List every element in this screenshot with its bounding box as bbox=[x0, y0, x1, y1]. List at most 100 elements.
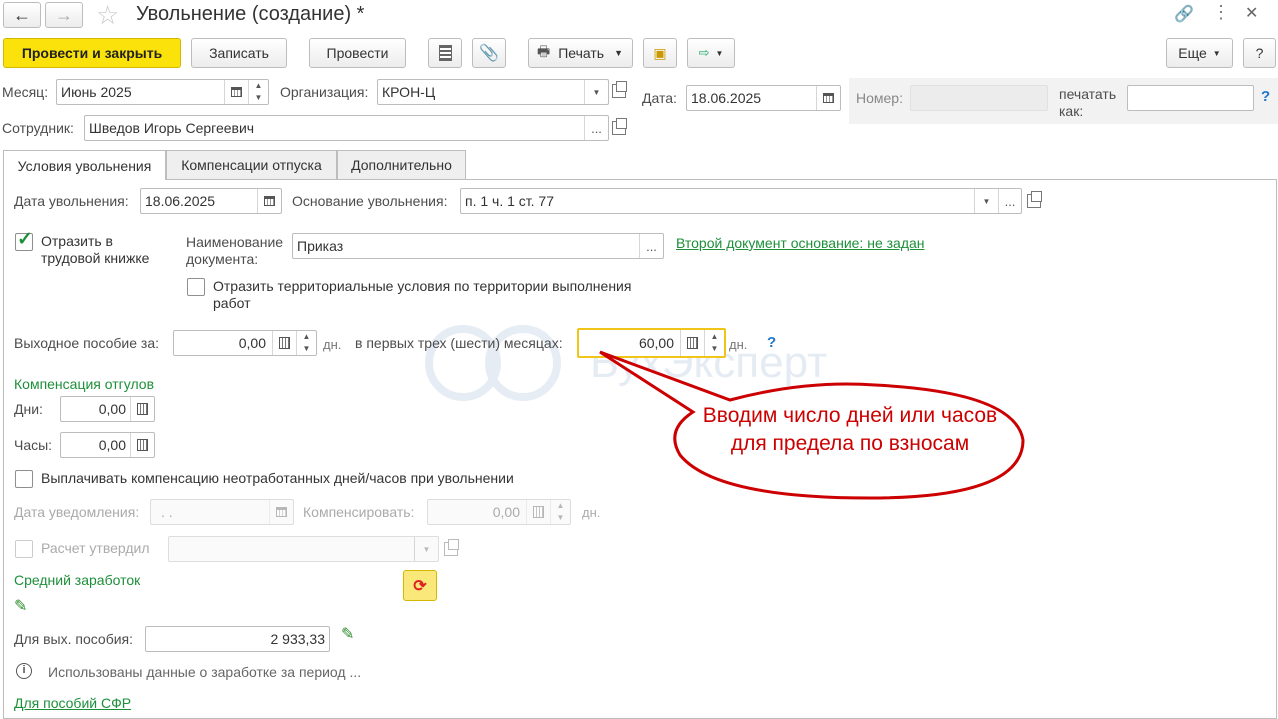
open-icon[interactable] bbox=[612, 81, 627, 98]
calculator-icon[interactable] bbox=[272, 331, 296, 355]
avg-earnings-title: Средний заработок bbox=[14, 572, 141, 588]
hours-label: Часы: bbox=[14, 437, 53, 453]
calendar-icon[interactable] bbox=[257, 189, 281, 213]
menu-dots-icon[interactable]: ⋮ bbox=[1212, 2, 1230, 23]
workbook-checkbox[interactable]: ✓ bbox=[15, 229, 33, 251]
callout-text: Вводим число дней или часов для предела … bbox=[702, 404, 998, 455]
sfr-link[interactable]: Для пособий СФР bbox=[14, 695, 131, 711]
select-button[interactable]: ... bbox=[998, 189, 1021, 213]
avg-severance-label: Для вых. пособия: bbox=[14, 631, 134, 647]
close-icon[interactable]: ✕ bbox=[1245, 3, 1258, 23]
territorial-checkbox[interactable] bbox=[187, 278, 205, 296]
tab-additional[interactable]: Дополнительно bbox=[337, 150, 466, 179]
basis-label: Основание увольнения: bbox=[292, 193, 448, 209]
date-label: Дата: bbox=[642, 90, 677, 106]
severance-field[interactable]: 0,00 ▲ ▼ bbox=[173, 330, 317, 356]
basis-value: п. 1 ч. 1 ст. 77 bbox=[465, 193, 554, 209]
print-button[interactable]: 🖶 Печать ▼ bbox=[528, 38, 633, 68]
select-button[interactable]: ... bbox=[639, 234, 663, 258]
forward-button[interactable]: → bbox=[45, 2, 83, 28]
tab-active-gap bbox=[4, 178, 165, 180]
pay-comp-checkbox[interactable] bbox=[15, 470, 33, 488]
basis-field[interactable]: п. 1 ч. 1 ст. 77 ▼ ... bbox=[460, 188, 1022, 214]
month-stepper[interactable]: ▲ ▼ bbox=[248, 80, 268, 104]
compensate-stepper[interactable]: ▲ ▼ bbox=[550, 500, 570, 524]
severance-label: Выходное пособие за: bbox=[14, 335, 160, 351]
more-button[interactable]: Еще ▼ bbox=[1166, 38, 1233, 68]
create-based-icon: ⇨ bbox=[698, 45, 710, 60]
doc-name-field[interactable]: Приказ ... bbox=[292, 233, 664, 259]
avg-severance-field[interactable]: 2 933,33 bbox=[145, 626, 330, 652]
date-field[interactable]: 18.06.2025 bbox=[686, 85, 841, 111]
workbook-label: Отразить в трудовой книжке bbox=[41, 233, 150, 266]
print-as-field[interactable] bbox=[1127, 85, 1254, 111]
chevron-down-icon[interactable]: ▼ bbox=[584, 80, 608, 104]
help-button[interactable]: ? bbox=[1243, 38, 1276, 68]
window-title: Увольнение (создание) * bbox=[136, 3, 365, 25]
comp-absence-title: Компенсация отгулов bbox=[14, 376, 154, 392]
employee-label: Сотрудник: bbox=[2, 120, 74, 136]
number-label: Номер: bbox=[856, 90, 903, 106]
month-value: Июнь 2025 bbox=[61, 84, 132, 100]
employee-field[interactable]: Шведов Игорь Сергеевич ... bbox=[84, 115, 609, 141]
chevron-down-icon: ▼ bbox=[1212, 48, 1221, 58]
days-field[interactable]: 0,00 bbox=[60, 396, 155, 422]
doc-name-label: Наименование документа: bbox=[186, 234, 284, 267]
open-icon[interactable] bbox=[1027, 191, 1042, 208]
date-value: 18.06.2025 bbox=[691, 90, 762, 106]
select-button[interactable]: ... bbox=[584, 116, 608, 140]
notice-date-field[interactable]: . . bbox=[150, 499, 294, 525]
star-icon[interactable]: ☆ bbox=[96, 0, 119, 31]
tab-vacation-comp[interactable]: Компенсации отпуска bbox=[166, 150, 337, 179]
severance-unit: дн. bbox=[323, 337, 342, 352]
tab-terms[interactable]: Условия увольнения bbox=[3, 150, 166, 180]
save-button[interactable]: Записать bbox=[191, 38, 287, 68]
approved-checkbox[interactable] bbox=[15, 540, 33, 558]
document-icon[interactable] bbox=[428, 38, 462, 68]
month-field[interactable]: Июнь 2025 ▲ ▼ bbox=[56, 79, 269, 105]
refresh-button[interactable]: ⟳ bbox=[403, 570, 437, 601]
chevron-down-icon: ▼ bbox=[614, 48, 624, 58]
post-button[interactable]: Провести bbox=[309, 38, 406, 68]
number-field[interactable] bbox=[910, 85, 1048, 111]
calculator-icon[interactable] bbox=[130, 433, 154, 457]
dismissal-date-field[interactable]: 18.06.2025 bbox=[140, 188, 282, 214]
hours-value: 0,00 bbox=[98, 437, 126, 453]
calculator-icon[interactable] bbox=[526, 500, 550, 524]
calendar-icon[interactable] bbox=[224, 80, 248, 104]
approved-field[interactable]: ▼ bbox=[168, 536, 439, 562]
first-months-label: в первых трех (шести) месяцах: bbox=[355, 335, 563, 351]
open-icon[interactable] bbox=[612, 118, 627, 135]
severance-value: 0,00 bbox=[238, 335, 266, 351]
print-as-label: печатать как: bbox=[1059, 86, 1117, 119]
back-button[interactable]: ← bbox=[3, 2, 41, 28]
org-field[interactable]: КРОН-Ц ▼ bbox=[377, 79, 609, 105]
help-icon[interactable]: ? bbox=[1261, 88, 1270, 105]
post-close-button[interactable]: Провести и закрыть bbox=[3, 38, 181, 68]
calculator-icon[interactable] bbox=[130, 397, 154, 421]
approved-label: Расчет утвердил bbox=[41, 540, 150, 556]
chevron-down-icon[interactable]: ▼ bbox=[974, 189, 998, 213]
org-value: КРОН-Ц bbox=[382, 84, 436, 100]
open-icon[interactable] bbox=[444, 539, 459, 556]
calendar-icon[interactable] bbox=[816, 86, 840, 110]
create-based-on-button[interactable]: ⇨ ▼ bbox=[687, 38, 735, 68]
chevron-down-icon[interactable]: ▼ bbox=[414, 537, 438, 561]
compensate-field[interactable]: 0,00 ▲ ▼ bbox=[427, 499, 571, 525]
hours-field[interactable]: 0,00 bbox=[60, 432, 155, 458]
info-text: Использованы данные о заработке за перио… bbox=[48, 664, 362, 680]
pencil-icon[interactable]: ✎ bbox=[341, 624, 354, 644]
doc-name-value: Приказ bbox=[297, 238, 344, 254]
second-doc-link[interactable]: Второй документ основание: не задан bbox=[676, 235, 925, 251]
report-icon[interactable]: ▣ bbox=[643, 38, 677, 68]
severance-stepper[interactable]: ▲ ▼ bbox=[296, 331, 316, 355]
checkmark-icon: ✓ bbox=[17, 229, 33, 250]
refresh-icon: ⟳ bbox=[413, 577, 427, 595]
pencil-icon[interactable]: ✎ bbox=[14, 596, 27, 616]
printer-icon: 🖶 bbox=[537, 43, 551, 59]
attach-icon[interactable]: 📎 bbox=[472, 38, 506, 68]
link-icon[interactable]: 🔗 bbox=[1174, 4, 1194, 24]
calendar-icon[interactable] bbox=[269, 500, 293, 524]
compensate-label: Компенсировать: bbox=[303, 504, 415, 520]
notice-date-label: Дата уведомления: bbox=[14, 504, 140, 520]
